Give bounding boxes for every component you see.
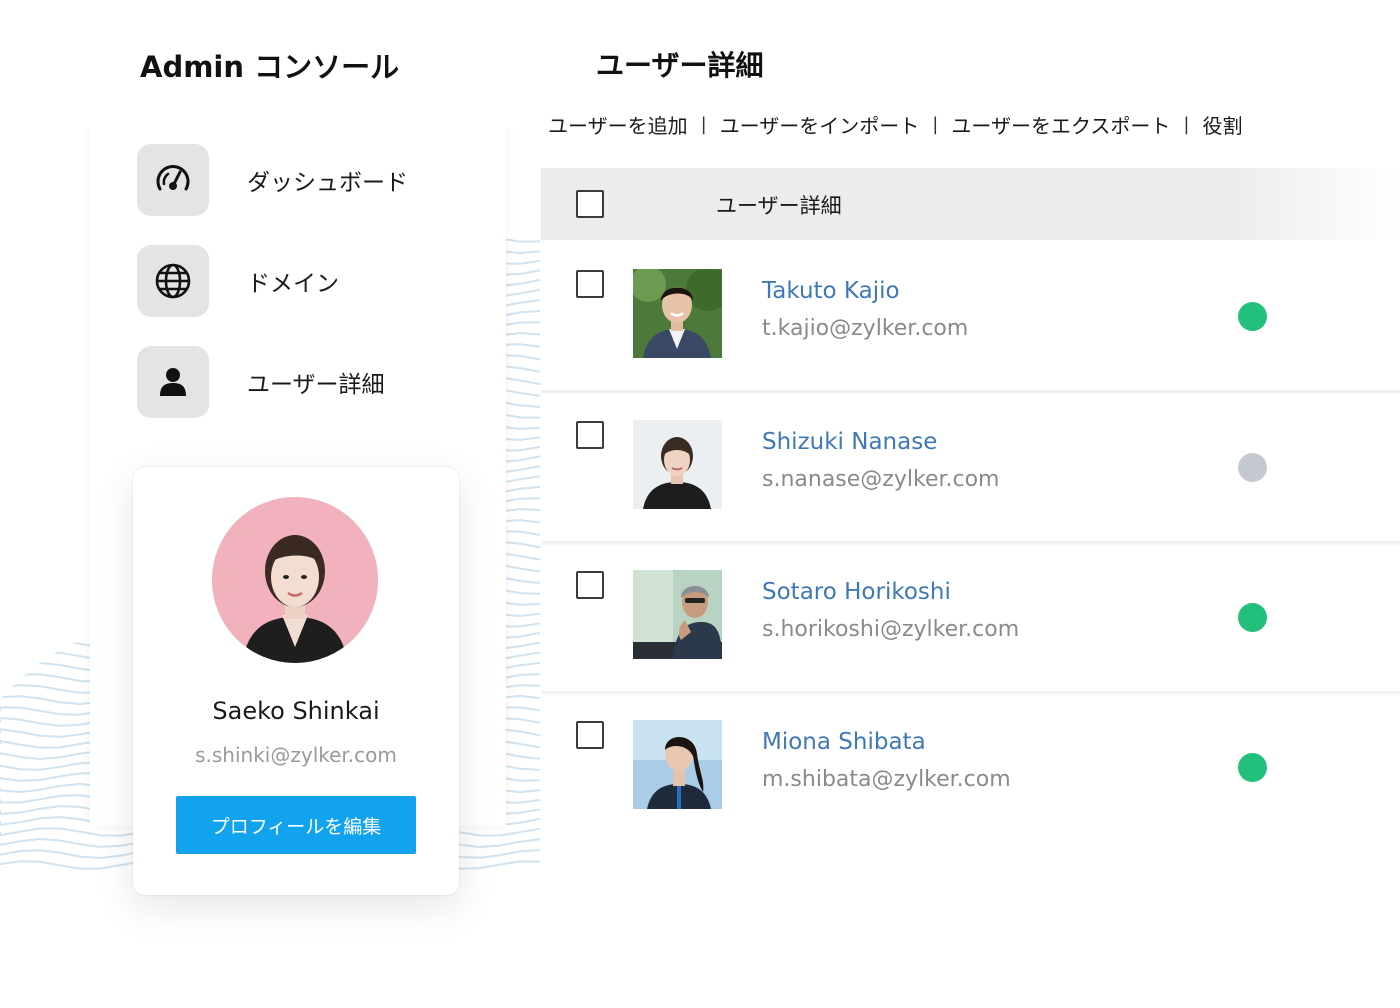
table-row: Shizuki Nanase s.nanase@zylker.com xyxy=(541,395,1400,545)
table-header: ユーザー詳細 xyxy=(541,168,1400,240)
user-photo xyxy=(633,420,722,509)
import-users-link[interactable]: ユーザーをインポート xyxy=(720,110,920,139)
table-header-label: ユーザー詳細 xyxy=(716,194,842,218)
dashboard-gauge-icon xyxy=(137,144,209,216)
export-users-link[interactable]: ユーザーをエクスポート xyxy=(951,110,1170,139)
status-dot xyxy=(1238,753,1267,782)
row-divider xyxy=(541,390,1400,394)
user-email: m.shibata@zylker.com xyxy=(762,767,1011,792)
page-title: ユーザー詳細 xyxy=(596,49,764,82)
user-email: s.horikoshi@zylker.com xyxy=(762,617,1020,642)
sidebar-item-user-details[interactable]: ユーザー詳細 xyxy=(137,346,457,418)
profile-avatar xyxy=(212,497,378,663)
profile-card: Saeko Shinkai s.shinki@zylker.com プロフィール… xyxy=(133,467,459,895)
toolbar: ユーザーを追加 | ユーザーをインポート | ユーザーをエクスポート | 役割 xyxy=(548,110,1242,139)
toolbar-separator: | xyxy=(1183,114,1190,135)
table-row: Miona Shibata m.shibata@zylker.com xyxy=(541,695,1400,845)
user-photo xyxy=(633,570,722,659)
user-photo xyxy=(633,720,722,809)
add-user-link[interactable]: ユーザーを追加 xyxy=(548,110,688,139)
profile-name: Saeko Shinkai xyxy=(212,697,380,725)
user-photo xyxy=(633,269,722,358)
sidebar-item-dashboard[interactable]: ダッシュボード xyxy=(137,144,457,216)
sidebar-item-domain[interactable]: ドメイン xyxy=(137,245,457,317)
roles-link[interactable]: 役割 xyxy=(1202,110,1242,139)
select-all-checkbox[interactable] xyxy=(576,190,604,218)
edit-profile-button[interactable]: プロフィールを編集 xyxy=(176,796,416,854)
row-checkbox[interactable] xyxy=(576,421,604,449)
status-dot xyxy=(1238,453,1267,482)
user-name[interactable]: Sotaro Horikoshi xyxy=(762,579,951,605)
sidebar-item-label: ドメイン xyxy=(247,271,339,297)
toolbar-separator: | xyxy=(932,114,939,135)
sidebar-item-label: ユーザー詳細 xyxy=(247,372,385,398)
user-name[interactable]: Miona Shibata xyxy=(762,729,926,755)
status-dot xyxy=(1238,302,1267,331)
console-title: Admin コンソール xyxy=(140,50,400,84)
row-checkbox[interactable] xyxy=(576,571,604,599)
user-email: s.nanase@zylker.com xyxy=(762,467,1000,492)
user-name[interactable]: Shizuki Nanase xyxy=(762,429,937,455)
user-email: t.kajio@zylker.com xyxy=(762,316,969,341)
table-row: Takuto Kajio t.kajio@zylker.com xyxy=(541,244,1400,394)
toolbar-separator: | xyxy=(700,114,707,135)
row-checkbox[interactable] xyxy=(576,270,604,298)
profile-email: s.shinki@zylker.com xyxy=(195,743,397,767)
table-row: Sotaro Horikoshi s.horikoshi@zylker.com xyxy=(541,545,1400,695)
user-name[interactable]: Takuto Kajio xyxy=(762,278,900,304)
row-checkbox[interactable] xyxy=(576,721,604,749)
user-icon xyxy=(137,346,209,418)
status-dot xyxy=(1238,603,1267,632)
sidebar-item-label: ダッシュボード xyxy=(247,170,408,196)
globe-icon xyxy=(137,245,209,317)
